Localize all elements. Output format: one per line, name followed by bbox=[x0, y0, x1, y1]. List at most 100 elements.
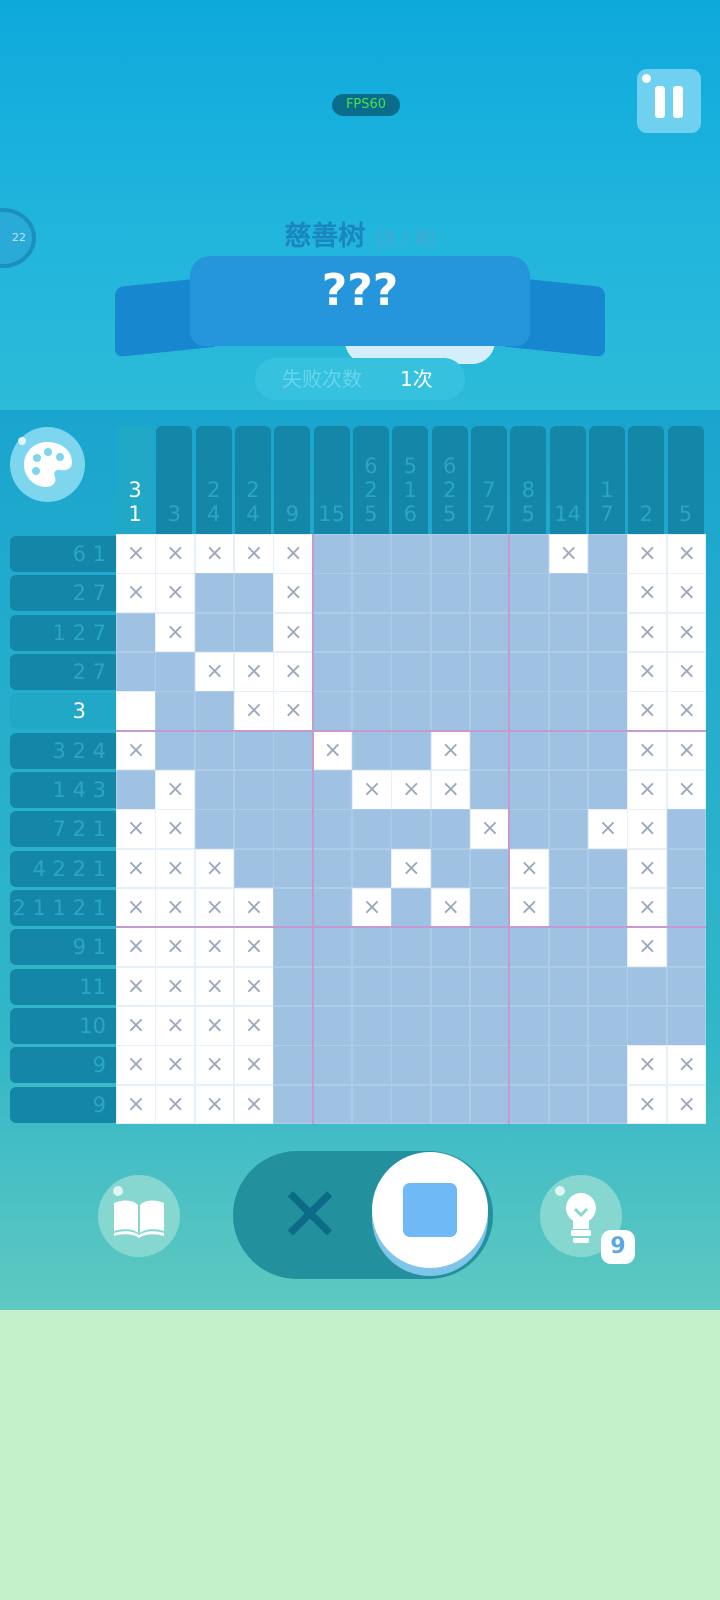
grid-cell[interactable] bbox=[588, 927, 628, 968]
grid-cell[interactable] bbox=[352, 534, 392, 574]
grid-cell[interactable] bbox=[588, 888, 628, 928]
grid-cell[interactable]: × bbox=[352, 770, 392, 810]
grid-cell[interactable]: × bbox=[627, 691, 668, 732]
guide-button[interactable] bbox=[98, 1175, 180, 1257]
grid-cell[interactable] bbox=[391, 534, 432, 574]
grid-cell[interactable] bbox=[234, 612, 274, 653]
grid-cell[interactable] bbox=[352, 691, 392, 732]
grid-cell[interactable] bbox=[194, 612, 235, 653]
grid-cell[interactable] bbox=[666, 888, 707, 928]
grid-cell[interactable] bbox=[470, 888, 510, 928]
grid-cell[interactable] bbox=[588, 1045, 628, 1086]
grid-cell[interactable]: × bbox=[234, 966, 274, 1007]
grid-cell[interactable]: × bbox=[666, 612, 707, 653]
grid-cell[interactable]: × bbox=[194, 848, 235, 889]
grid-cell[interactable] bbox=[312, 652, 353, 692]
grid-cell[interactable]: × bbox=[194, 652, 235, 692]
grid-cell[interactable] bbox=[588, 1084, 628, 1125]
grid-cell[interactable]: × bbox=[627, 612, 668, 653]
grid-cell[interactable]: × bbox=[509, 888, 550, 928]
grid-cell[interactable]: × bbox=[234, 1045, 274, 1086]
grid-cell[interactable]: × bbox=[155, 534, 196, 574]
grid-cell[interactable]: × bbox=[234, 691, 274, 732]
grid-cell[interactable]: × bbox=[234, 652, 274, 692]
grid-cell[interactable] bbox=[312, 612, 353, 653]
grid-cell[interactable] bbox=[273, 1045, 314, 1086]
grid-cell[interactable]: × bbox=[116, 927, 156, 968]
grid-cell[interactable] bbox=[588, 612, 628, 653]
grid-cell[interactable] bbox=[391, 691, 432, 732]
grid-cell[interactable]: × bbox=[627, 888, 668, 928]
grid-cell[interactable] bbox=[352, 730, 392, 771]
grid-cell[interactable] bbox=[509, 1084, 550, 1125]
grid-cell[interactable]: × bbox=[666, 770, 707, 810]
grid-cell[interactable] bbox=[548, 888, 589, 928]
grid-cell[interactable]: × bbox=[627, 534, 668, 574]
grid-cell[interactable] bbox=[194, 730, 235, 771]
grid-cell[interactable] bbox=[155, 652, 196, 692]
grid-cell[interactable] bbox=[273, 809, 314, 850]
grid-cell[interactable]: × bbox=[666, 730, 707, 771]
grid-cell[interactable] bbox=[627, 1006, 668, 1046]
grid-cell[interactable]: × bbox=[588, 809, 628, 850]
grid-cell[interactable]: × bbox=[155, 612, 196, 653]
grid-cell[interactable]: × bbox=[116, 573, 156, 614]
grid-cell[interactable] bbox=[548, 809, 589, 850]
grid-cell[interactable] bbox=[352, 1045, 392, 1086]
grid-cell[interactable] bbox=[470, 927, 510, 968]
grid-cell[interactable]: × bbox=[116, 1045, 156, 1086]
grid-cell[interactable] bbox=[430, 1006, 471, 1046]
grid-cell[interactable] bbox=[352, 927, 392, 968]
grid-cell[interactable] bbox=[509, 652, 550, 692]
grid-cell[interactable]: × bbox=[234, 927, 274, 968]
grid-cell[interactable] bbox=[194, 691, 235, 732]
grid-cell[interactable] bbox=[509, 612, 550, 653]
grid-cell[interactable]: × bbox=[155, 927, 196, 968]
grid-cell[interactable]: × bbox=[155, 1045, 196, 1086]
grid-cell[interactable] bbox=[194, 573, 235, 614]
grid-cell[interactable] bbox=[352, 966, 392, 1007]
grid-cell[interactable] bbox=[548, 1084, 589, 1125]
grid-cell[interactable] bbox=[470, 1045, 510, 1086]
grid-cell[interactable] bbox=[470, 730, 510, 771]
grid-cell[interactable] bbox=[430, 612, 471, 653]
grid-cell[interactable] bbox=[312, 573, 353, 614]
grid-cell[interactable]: × bbox=[509, 848, 550, 889]
grid-cell[interactable] bbox=[470, 652, 510, 692]
grid-cell[interactable]: × bbox=[116, 534, 156, 574]
grid-cell[interactable] bbox=[548, 1006, 589, 1046]
grid-cell[interactable]: × bbox=[312, 730, 353, 771]
grid-cell[interactable]: × bbox=[273, 573, 314, 614]
grid-cell[interactable] bbox=[588, 652, 628, 692]
grid-cell[interactable]: × bbox=[116, 730, 156, 771]
grid-cell[interactable] bbox=[312, 848, 353, 889]
grid-cell[interactable]: × bbox=[155, 770, 196, 810]
grid-cell[interactable] bbox=[391, 1084, 432, 1125]
grid-cell[interactable] bbox=[273, 730, 314, 771]
grid-cell[interactable] bbox=[548, 966, 589, 1007]
grid-cell[interactable]: × bbox=[234, 1006, 274, 1046]
grid-cell[interactable] bbox=[430, 809, 471, 850]
grid-cell[interactable] bbox=[509, 809, 550, 850]
grid-cell[interactable] bbox=[548, 652, 589, 692]
grid-cell[interactable]: × bbox=[627, 1045, 668, 1086]
palette-button[interactable] bbox=[10, 427, 85, 502]
grid-cell[interactable] bbox=[234, 730, 274, 771]
grid-cell[interactable]: × bbox=[548, 534, 589, 574]
grid-cell[interactable] bbox=[391, 966, 432, 1007]
grid-cell[interactable]: × bbox=[116, 848, 156, 889]
grid-cell[interactable] bbox=[548, 573, 589, 614]
grid-cell[interactable] bbox=[430, 573, 471, 614]
grid-cell[interactable]: × bbox=[194, 1045, 235, 1086]
grid-cell[interactable]: × bbox=[234, 1084, 274, 1125]
grid-cell[interactable] bbox=[430, 652, 471, 692]
grid-cell[interactable] bbox=[273, 927, 314, 968]
grid-cell[interactable] bbox=[430, 534, 471, 574]
grid-cell[interactable] bbox=[588, 770, 628, 810]
grid-cell[interactable] bbox=[548, 848, 589, 889]
grid-cell[interactable] bbox=[391, 1045, 432, 1086]
nonogram-grid[interactable]: × × × × × × × × × × × × × × × × × × × × × × × × × × × × × × × × × × × × × × × ×… bbox=[116, 534, 707, 1125]
grid-cell[interactable]: × bbox=[116, 1084, 156, 1125]
grid-cell[interactable] bbox=[116, 770, 156, 810]
grid-cell[interactable] bbox=[312, 1006, 353, 1046]
